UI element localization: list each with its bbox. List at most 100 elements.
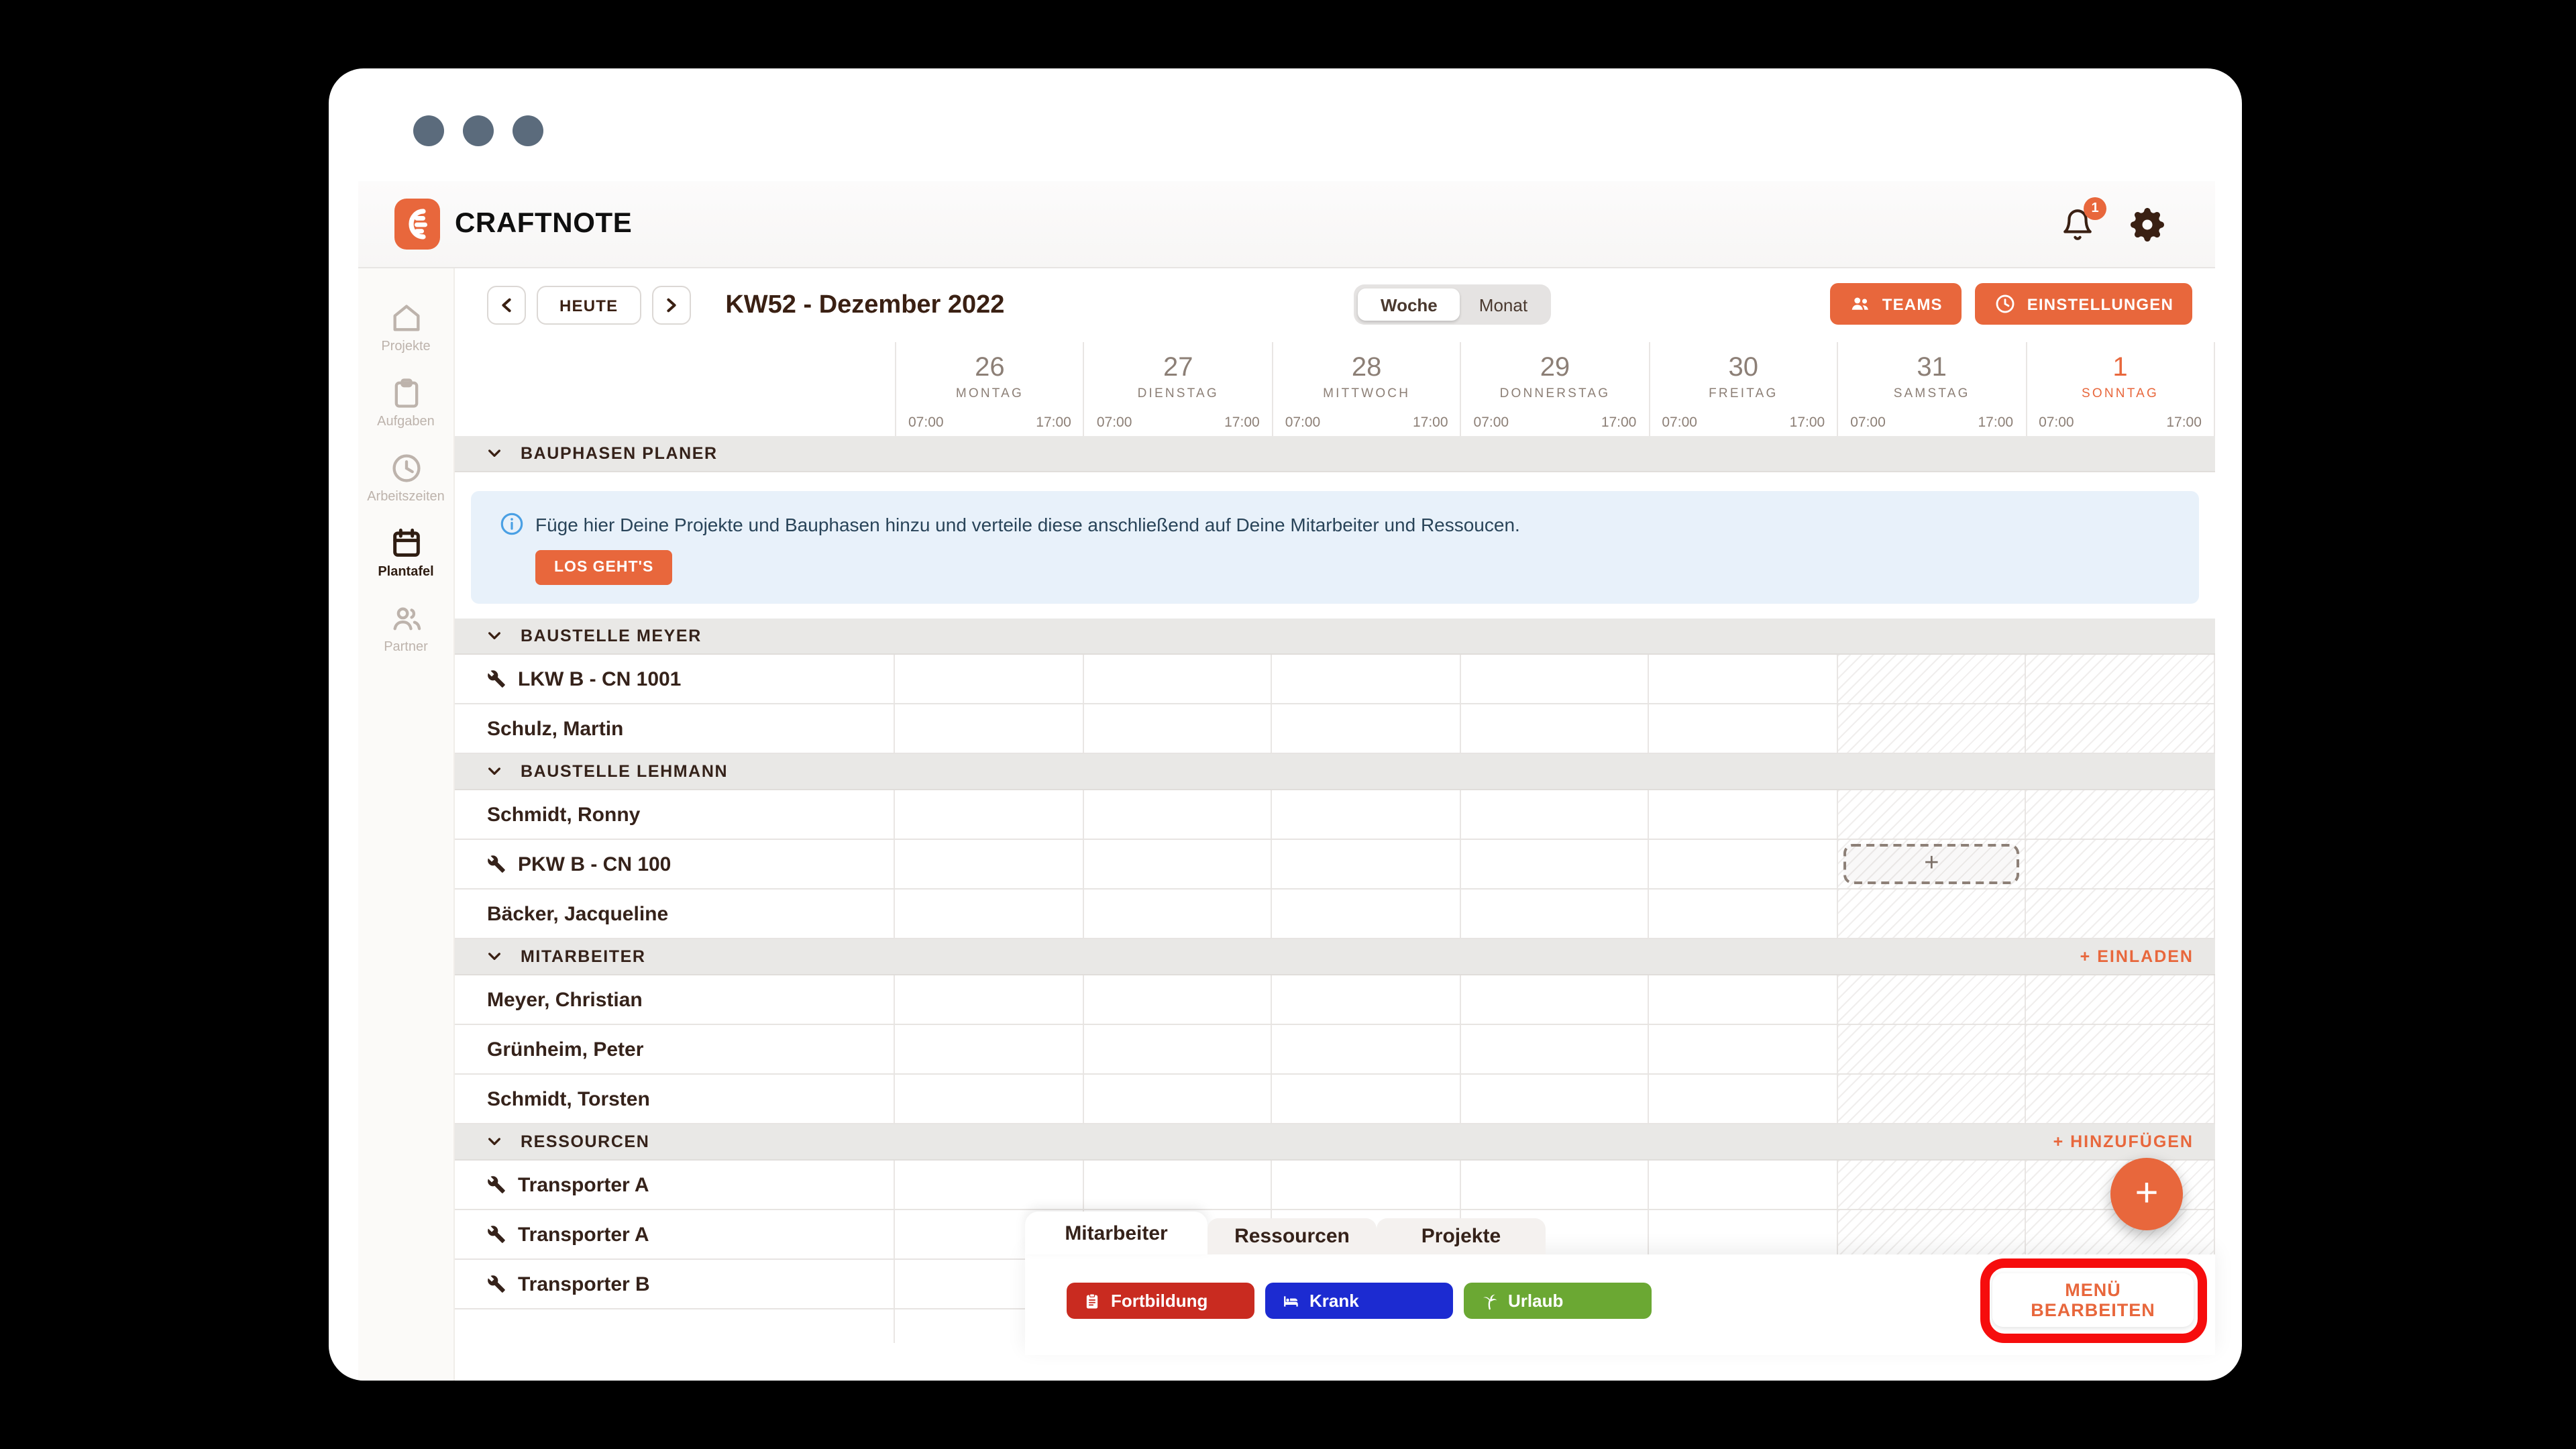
schedule-cell[interactable]: [1272, 840, 1460, 888]
chip-urlaub[interactable]: Urlaub: [1464, 1283, 1652, 1319]
schedule-cell[interactable]: [1650, 975, 1838, 1024]
chevron-down-icon[interactable]: [487, 631, 502, 641]
schedule-cell[interactable]: [2027, 1075, 2215, 1123]
schedule-cell[interactable]: [1083, 790, 1272, 839]
schedule-cell[interactable]: [1650, 704, 1838, 753]
schedule-cell[interactable]: [1650, 655, 1838, 703]
schedule-cell[interactable]: [1272, 890, 1460, 938]
day-number: 1: [2027, 353, 2214, 384]
schedule-cell[interactable]: [2027, 890, 2215, 938]
schedule-cell[interactable]: [1083, 975, 1272, 1024]
prev-week-button[interactable]: [487, 286, 526, 325]
add-fab-button[interactable]: +: [2110, 1158, 2183, 1230]
section-header-mitarbeiter[interactable]: MITARBEITER+ EINLADEN: [455, 939, 2215, 975]
add-entry-cell[interactable]: +: [1843, 844, 2020, 884]
schedule-cell[interactable]: [1272, 1161, 1460, 1209]
sidebar-item-arbeitszeiten[interactable]: Arbeitszeiten: [358, 451, 453, 504]
tab-projekte[interactable]: Projekte: [1377, 1218, 1546, 1254]
schedule-cell[interactable]: [1650, 790, 1838, 839]
schedule-cell[interactable]: [1083, 840, 1272, 888]
schedule-cell[interactable]: [1460, 704, 1649, 753]
tab-ressourcen[interactable]: Ressourcen: [1208, 1218, 1377, 1254]
schedule-cell[interactable]: [2027, 840, 2215, 888]
schedule-cell[interactable]: [1460, 890, 1649, 938]
schedule-cell[interactable]: [1838, 890, 2027, 938]
chevron-down-icon[interactable]: [487, 448, 502, 459]
schedule-cell[interactable]: [1083, 1025, 1272, 1073]
schedule-cell[interactable]: [1460, 790, 1649, 839]
schedule-cell[interactable]: [1838, 1025, 2027, 1073]
schedule-cell[interactable]: [1083, 890, 1272, 938]
schedule-cell[interactable]: [1838, 975, 2027, 1024]
schedule-cell[interactable]: [1460, 1075, 1649, 1123]
sidebar-item-partner[interactable]: Partner: [358, 601, 453, 655]
section-header-baustelle-meyer[interactable]: BAUSTELLE MEYER: [455, 619, 2215, 655]
section-header-baustelle-lehmann[interactable]: BAUSTELLE LEHMANN: [455, 754, 2215, 790]
schedule-cell[interactable]: [1272, 790, 1460, 839]
chip-fortbildung[interactable]: Fortbildung: [1067, 1283, 1254, 1319]
schedule-cell[interactable]: [2027, 655, 2215, 703]
schedule-cell[interactable]: +: [1838, 840, 2027, 888]
schedule-cell[interactable]: [1272, 975, 1460, 1024]
sidebar-item-plantafel[interactable]: Plantafel: [358, 526, 453, 580]
schedule-cell[interactable]: [1083, 1075, 1272, 1123]
schedule-cell[interactable]: [1838, 1161, 2027, 1209]
view-toggle-option-monat[interactable]: Monat: [1460, 288, 1546, 321]
settings-gear-icon[interactable]: [2131, 207, 2164, 241]
schedule-cell[interactable]: [895, 790, 1083, 839]
los-gehts-button[interactable]: LOS GEHT'S: [535, 550, 672, 585]
today-button[interactable]: HEUTE: [537, 286, 641, 325]
schedule-cell[interactable]: [2027, 704, 2215, 753]
schedule-cell[interactable]: [1272, 655, 1460, 703]
schedule-cell[interactable]: [895, 1025, 1083, 1073]
view-toggle-option-woche[interactable]: Woche: [1358, 288, 1460, 321]
schedule-cell[interactable]: [2027, 975, 2215, 1024]
teams-button[interactable]: TEAMS: [1830, 283, 1962, 325]
schedule-cell[interactable]: [1838, 655, 2027, 703]
chevron-down-icon[interactable]: [487, 951, 502, 962]
schedule-cell[interactable]: [1650, 890, 1838, 938]
schedule-cell[interactable]: [895, 704, 1083, 753]
section-action-link[interactable]: + HINZUFÜGEN: [2053, 1132, 2194, 1151]
schedule-cell[interactable]: [895, 840, 1083, 888]
schedule-cell[interactable]: [1460, 655, 1649, 703]
chevron-down-icon[interactable]: [487, 766, 502, 777]
next-week-button[interactable]: [651, 286, 690, 325]
schedule-cell[interactable]: [1650, 1025, 1838, 1073]
notifications-bell-icon[interactable]: 1: [2061, 207, 2094, 241]
chip-krank[interactable]: Krank: [1265, 1283, 1453, 1319]
schedule-cell[interactable]: [1083, 1161, 1272, 1209]
schedule-cell[interactable]: [1272, 1025, 1460, 1073]
einstellungen-button[interactable]: EINSTELLUNGEN: [1975, 283, 2192, 325]
chevron-down-icon[interactable]: [487, 1136, 502, 1147]
schedule-cell[interactable]: [1083, 704, 1272, 753]
schedule-cell[interactable]: [1460, 1161, 1649, 1209]
sidebar-item-aufgaben[interactable]: Aufgaben: [358, 376, 453, 429]
schedule-cell[interactable]: [1272, 1075, 1460, 1123]
schedule-cell[interactable]: [1460, 840, 1649, 888]
schedule-cell[interactable]: [895, 975, 1083, 1024]
schedule-cell[interactable]: [895, 1161, 1083, 1209]
tab-mitarbeiter[interactable]: Mitarbeiter: [1025, 1212, 1208, 1254]
clipboard-icon: [388, 376, 423, 411]
section-header-ressourcen[interactable]: RESSOURCEN+ HINZUFÜGEN: [455, 1124, 2215, 1161]
schedule-cell[interactable]: [1838, 790, 2027, 839]
schedule-cell[interactable]: [895, 1075, 1083, 1123]
schedule-cell[interactable]: [1838, 1075, 2027, 1123]
schedule-cell[interactable]: [2027, 790, 2215, 839]
schedule-cell[interactable]: [895, 890, 1083, 938]
edit-menu-button[interactable]: MENÜ BEARBEITEN: [1992, 1273, 2194, 1327]
schedule-cell[interactable]: [1838, 704, 2027, 753]
section-action-link[interactable]: + EINLADEN: [2080, 947, 2194, 966]
schedule-cell[interactable]: [1272, 704, 1460, 753]
schedule-cell[interactable]: [1650, 1075, 1838, 1123]
schedule-cell[interactable]: [2027, 1025, 2215, 1073]
schedule-cell[interactable]: [1083, 655, 1272, 703]
schedule-cell[interactable]: [895, 655, 1083, 703]
sidebar-item-projekte[interactable]: Projekte: [358, 301, 453, 354]
schedule-cell[interactable]: [1650, 1161, 1838, 1209]
section-header-bauphasen-planer[interactable]: BAUPHASEN PLANER: [455, 436, 2215, 472]
schedule-cell[interactable]: [1650, 840, 1838, 888]
schedule-cell[interactable]: [1460, 1025, 1649, 1073]
schedule-cell[interactable]: [1460, 975, 1649, 1024]
